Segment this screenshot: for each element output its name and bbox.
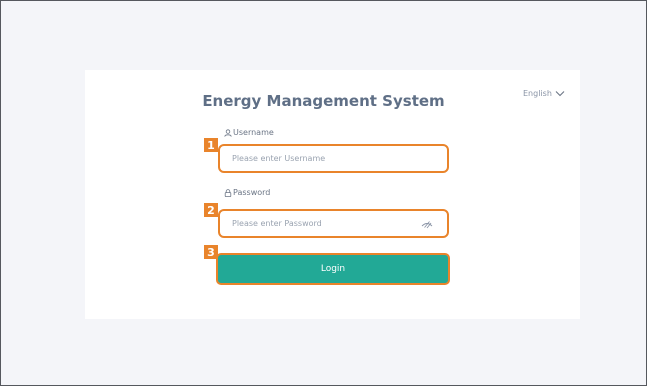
lock-icon — [224, 188, 232, 197]
callout-badge-2: 2 — [204, 203, 218, 217]
callout-badge-1: 1 — [204, 138, 218, 152]
username-label: Username — [224, 128, 274, 137]
login-button[interactable]: Login — [216, 253, 450, 285]
password-input[interactable]: Please enter Password — [218, 209, 449, 238]
username-placeholder: Please enter Username — [232, 154, 326, 163]
page-title: Energy Management System — [202, 92, 445, 110]
password-placeholder: Please enter Password — [232, 219, 322, 228]
password-label-text: Password — [233, 188, 271, 197]
user-icon — [224, 128, 232, 137]
username-input[interactable]: Please enter Username — [218, 144, 449, 173]
username-label-text: Username — [233, 128, 274, 137]
eye-slash-icon[interactable] — [421, 220, 433, 229]
password-label: Password — [224, 188, 270, 197]
